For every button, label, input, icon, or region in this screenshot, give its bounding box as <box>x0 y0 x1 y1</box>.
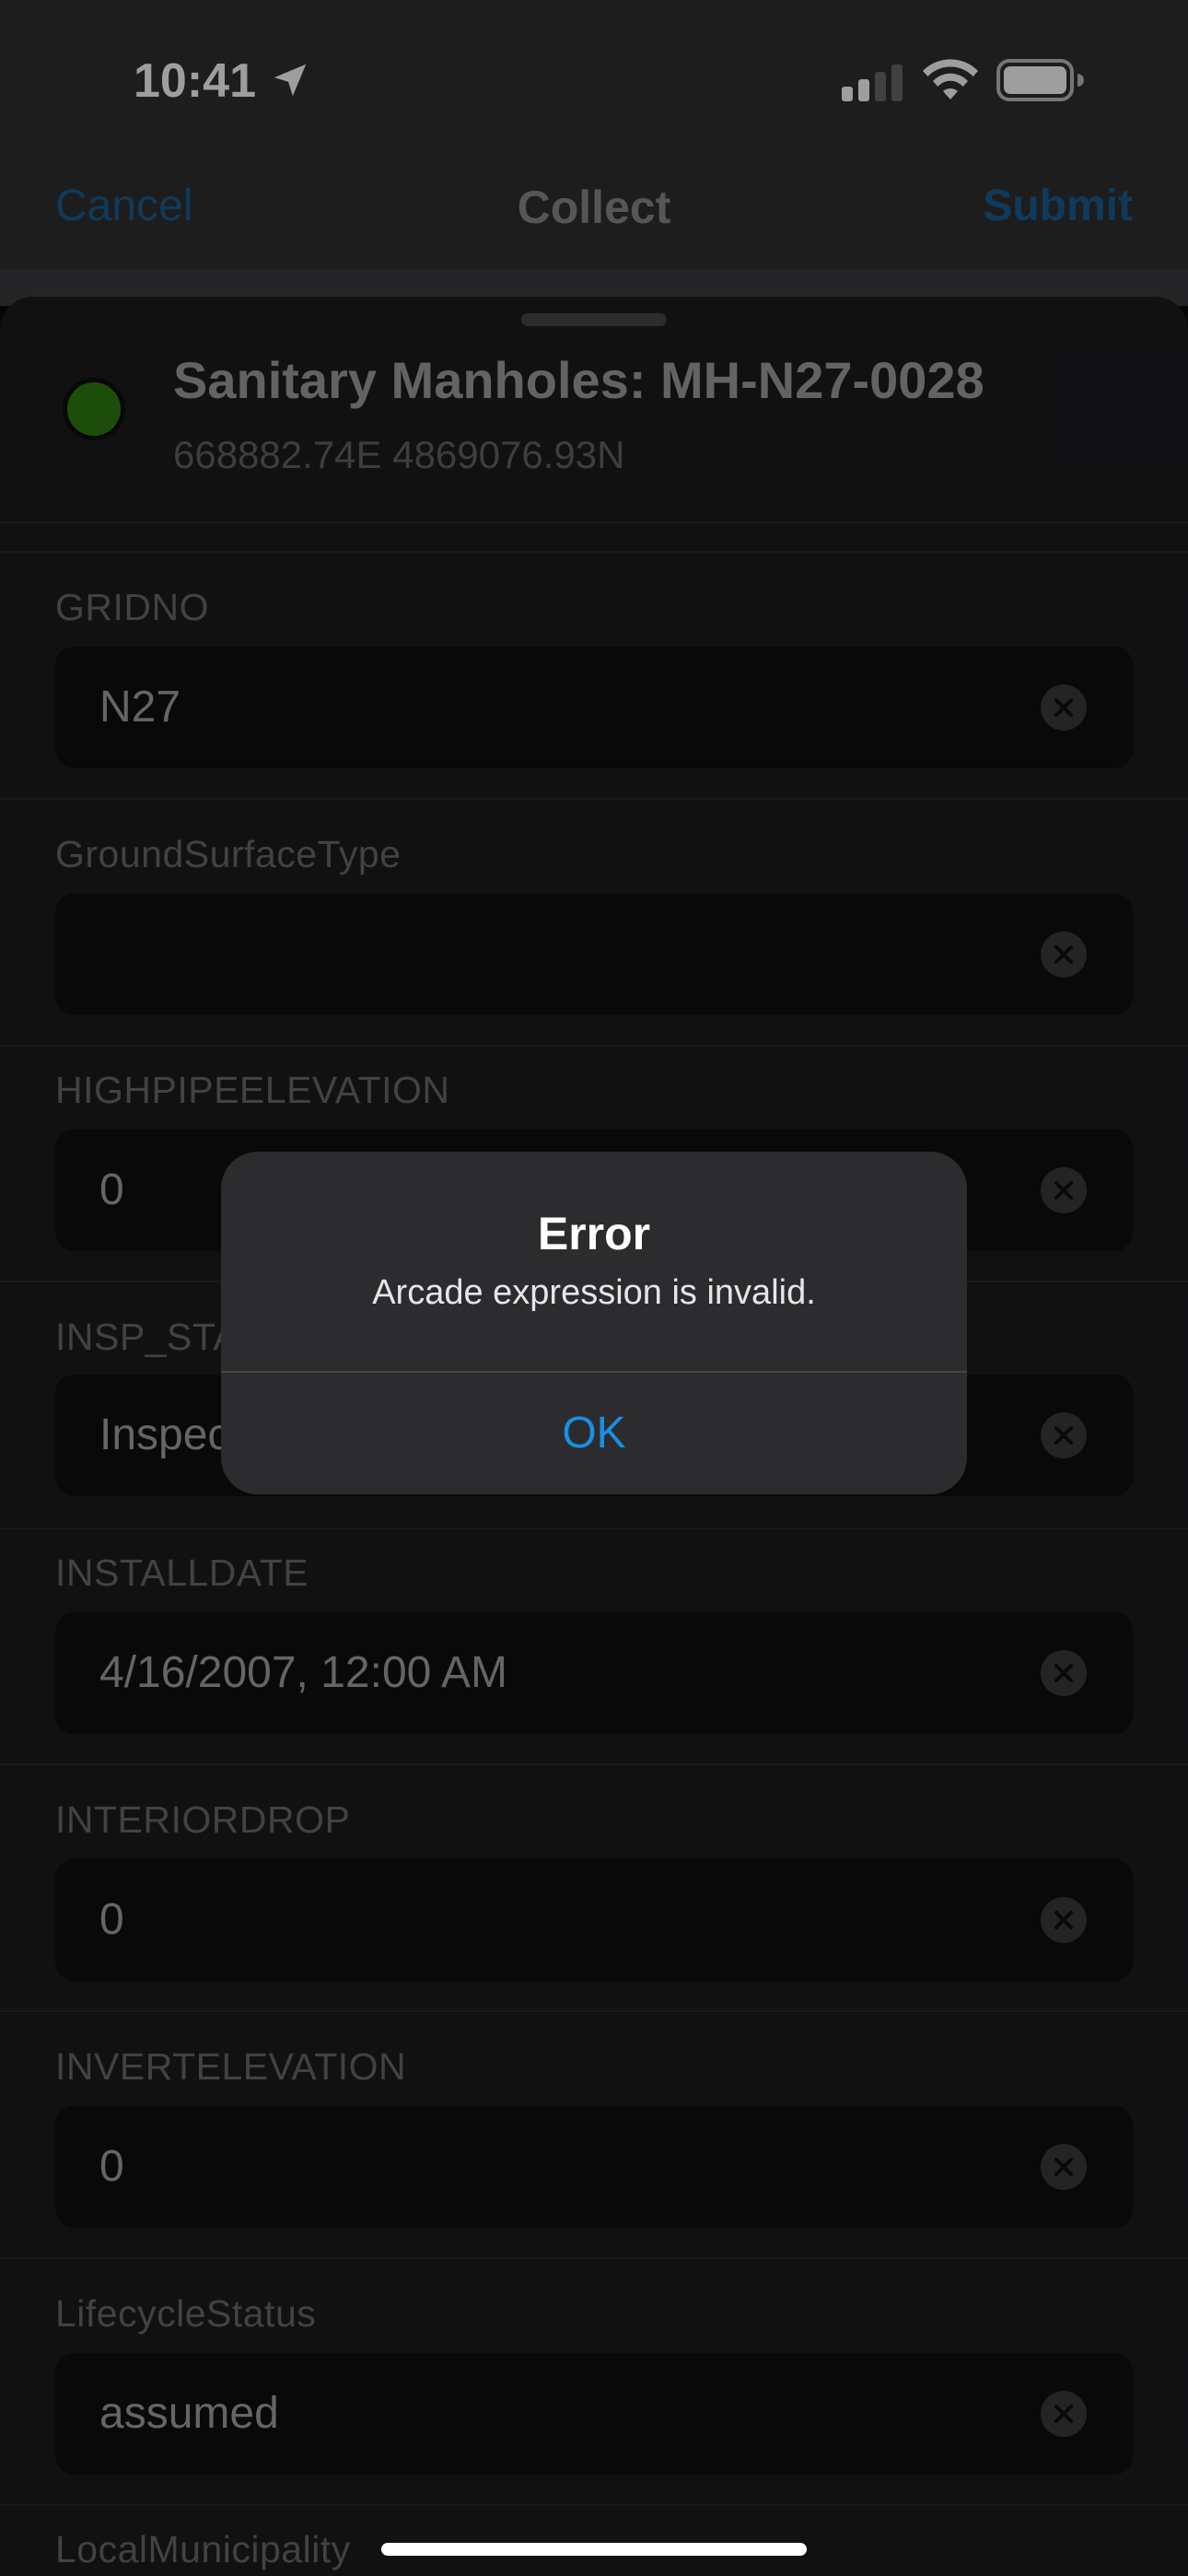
alert-ok-button[interactable]: OK <box>221 1373 967 1494</box>
alert-message: Arcade expression is invalid. <box>372 1273 816 1312</box>
alert-title: Error <box>537 1208 651 1259</box>
error-alert-dialog: Error Arcade expression is invalid. OK <box>221 1152 967 1494</box>
home-indicator[interactable] <box>381 2543 807 2556</box>
